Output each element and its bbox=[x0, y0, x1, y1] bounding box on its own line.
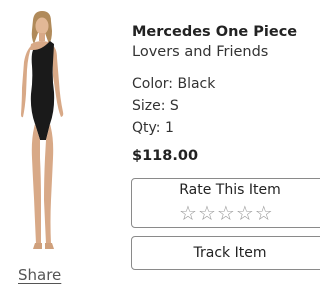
product-title: Mercedes One Piece bbox=[132, 24, 298, 40]
star-icon-1[interactable]: ☆ bbox=[179, 203, 197, 223]
product-size: Size: S bbox=[132, 98, 179, 114]
rate-item-box: Rate This Item ☆ ☆ ☆ ☆ ☆ bbox=[131, 178, 320, 228]
product-price: $118.00 bbox=[132, 148, 199, 164]
star-icon-2[interactable]: ☆ bbox=[198, 203, 216, 223]
star-icon-4[interactable]: ☆ bbox=[236, 203, 254, 223]
rate-item-label: Rate This Item bbox=[179, 182, 281, 198]
star-icon-3[interactable]: ☆ bbox=[217, 203, 235, 223]
star-rating[interactable]: ☆ ☆ ☆ ☆ ☆ bbox=[179, 203, 273, 223]
share-link[interactable]: Share bbox=[18, 266, 61, 284]
product-color: Color: Black bbox=[132, 76, 216, 92]
track-item-button[interactable]: Track Item bbox=[131, 236, 320, 270]
product-qty: Qty: 1 bbox=[132, 120, 174, 136]
track-item-label: Track Item bbox=[193, 245, 267, 261]
product-image[interactable] bbox=[0, 0, 78, 270]
star-icon-5[interactable]: ☆ bbox=[255, 203, 273, 223]
product-brand[interactable]: Lovers and Friends bbox=[132, 44, 268, 60]
